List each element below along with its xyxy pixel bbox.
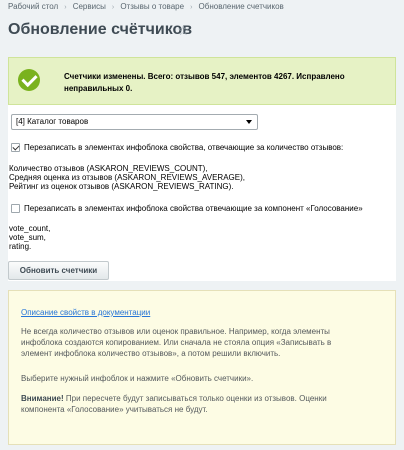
overwrite-reviews-label[interactable]: Перезаписать в элементах инфоблока свойс…	[24, 143, 343, 152]
breadcrumb-separator-icon: ›	[111, 4, 115, 11]
overwrite-reviews-checkbox[interactable]	[11, 143, 20, 152]
warning-text: компонента «Голосование» учитываться не …	[21, 405, 208, 414]
counters-form: [4] Каталог товаров Перезаписать в элеме…	[8, 105, 396, 281]
reviews-property: Рейтинг из оценок отзывов (ASKARON_REVIE…	[9, 182, 234, 191]
iblock-select-value: [4] Каталог товаров	[16, 117, 89, 126]
documentation-link[interactable]: Описание свойств в документации	[21, 308, 150, 317]
breadcrumb-separator-icon: ›	[190, 4, 193, 11]
chevron-down-icon	[246, 120, 252, 124]
info-line: элемент инфоблока количество отзывов», а…	[21, 349, 281, 358]
success-message-line: Счетчики изменены. Всего: отзывов 547, э…	[64, 72, 345, 81]
vote-property: vote_count,	[9, 224, 51, 233]
reviews-property: Средняя оценка из отзывов (ASKARON_REVIE…	[9, 173, 245, 182]
info-box: Описание свойств в документации Не всегд…	[8, 290, 396, 445]
info-warning: Внимание! При пересчете будут записывать…	[21, 393, 391, 415]
favorite-star-icon[interactable]: ☆	[177, 23, 190, 37]
warning-text: При пересчете будут записываться только …	[63, 394, 327, 403]
overwrite-vote-checkbox[interactable]	[11, 204, 20, 213]
breadcrumb-current[interactable]: Обновление счетчиков	[199, 2, 284, 11]
page-title: Обновление счётчиков	[8, 21, 193, 38]
info-line: инфоблока создаются копированием. Или сн…	[21, 338, 332, 347]
success-message-line: неправильных 0.	[64, 84, 133, 93]
warning-label: Внимание!	[21, 394, 64, 403]
iblock-select[interactable]: [4] Каталог товаров	[11, 114, 258, 130]
breadcrumb-reviews[interactable]: Отзывы о товаре	[120, 2, 184, 11]
reviews-properties-list: Количество отзывов (ASKARON_REVIEWS_COUN…	[9, 164, 245, 191]
success-notice: Счетчики изменены. Всего: отзывов 547, э…	[8, 57, 396, 105]
info-instruction: Выберите нужный инфоблок и нажмите «Обно…	[21, 374, 254, 383]
reviews-property: Количество отзывов (ASKARON_REVIEWS_COUN…	[9, 164, 208, 173]
checkmark-icon	[18, 69, 40, 91]
overwrite-vote-label[interactable]: Перезаписать в элементах инфоблока свойс…	[24, 204, 363, 213]
info-line: Не всегда количество отзывов или оценок …	[21, 327, 330, 336]
update-counters-button[interactable]: Обновить счетчики	[8, 261, 109, 280]
vote-properties-list: vote_count, vote_sum, rating.	[9, 224, 50, 251]
vote-property: rating.	[9, 242, 32, 251]
info-paragraph: Не всегда количество отзывов или оценок …	[21, 326, 391, 359]
success-message: Счетчики изменены. Всего: отзывов 547, э…	[64, 71, 384, 95]
breadcrumb-desktop[interactable]: Рабочий стол	[8, 2, 58, 11]
vote-property: vote_sum,	[9, 233, 46, 242]
breadcrumb-separator-icon: ›	[64, 4, 67, 11]
breadcrumb: Рабочий стол › Сервисы › Отзывы о товаре…	[8, 2, 284, 11]
breadcrumb-services[interactable]: Сервисы	[73, 2, 106, 11]
